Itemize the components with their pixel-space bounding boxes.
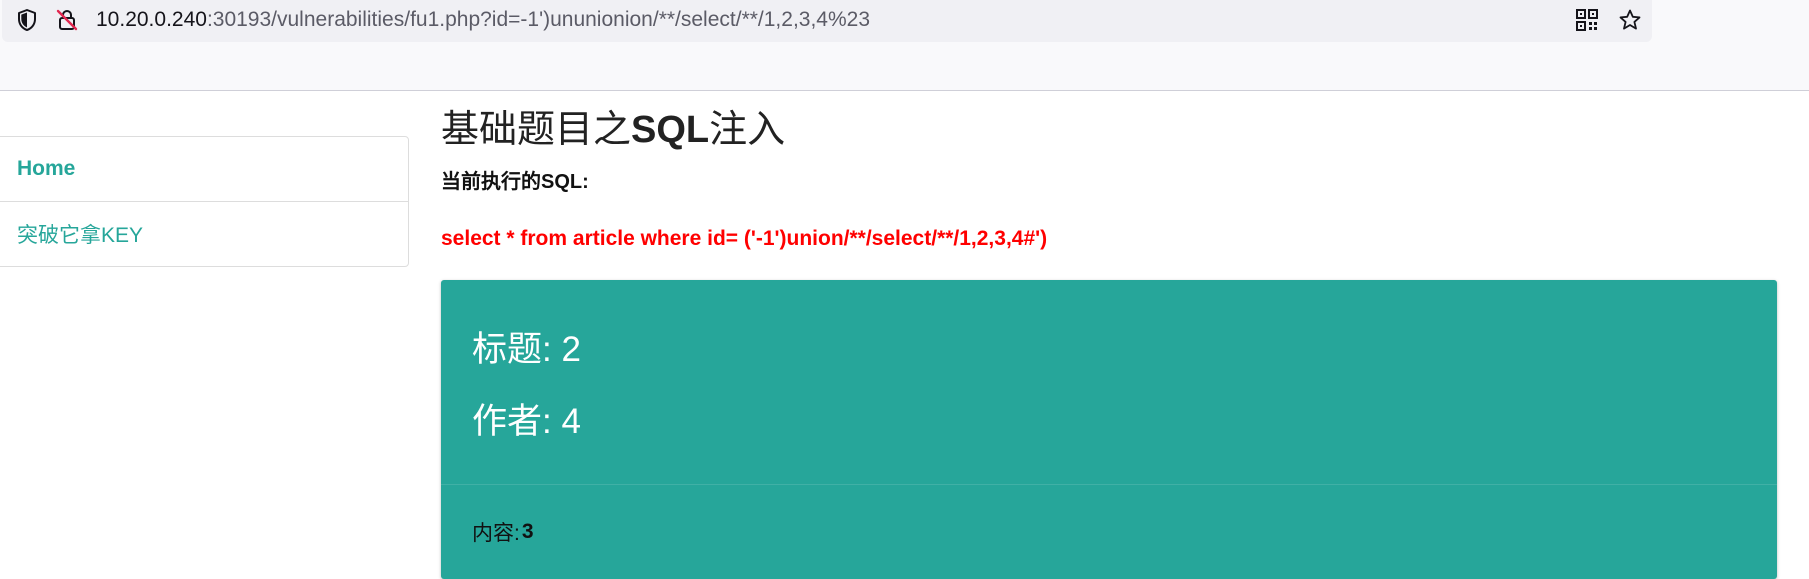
card-content: 标题: 2 作者: 4 [441, 280, 1777, 484]
card-author-label: 作者: [472, 402, 552, 441]
url-text[interactable]: 10.20.0.240:30193/vulnerabilities/fu1.ph… [96, 7, 870, 33]
url-path: :30193/vulnerabilities/fu1.php?id=-1')un… [206, 8, 870, 31]
insecure-lock-icon[interactable] [54, 7, 80, 33]
sql-label: 当前执行的SQL: [441, 171, 589, 193]
result-card: 标题: 2 作者: 4 内容: 3 [441, 280, 1777, 579]
page-title: 基础题目之SQL注入 [441, 100, 1777, 160]
card-content-value: 3 [521, 520, 534, 543]
qr-code-icon[interactable] [1574, 7, 1600, 33]
sidebar-item-get-key[interactable]: 突破它拿KEY [0, 201, 408, 266]
card-title-line: 标题: 2 [472, 314, 1746, 386]
card-content-label: 内容: [472, 522, 520, 545]
card-author-value: 4 [561, 402, 581, 441]
shield-icon[interactable] [14, 7, 40, 33]
page-title-prefix: 基础题目之 [441, 109, 632, 151]
page-title-suffix: 注入 [709, 109, 786, 151]
card-author-line: 作者: 4 [472, 386, 1746, 458]
card-title-label: 标题: [472, 330, 552, 369]
main-content: 基础题目之SQL注入 当前执行的SQL: select * from artic… [441, 100, 1777, 579]
address-bar[interactable]: 10.20.0.240:30193/vulnerabilities/fu1.ph… [2, 0, 1652, 42]
url-host: 10.20.0.240 [96, 8, 207, 31]
card-title-value: 2 [561, 330, 581, 369]
executed-sql: select * from article where id= ('-1')un… [441, 227, 1048, 250]
sidebar-nav: Home 突破它拿KEY [0, 136, 409, 267]
page-title-sql: SQL [631, 109, 710, 151]
bookmark-star-icon[interactable] [1617, 7, 1643, 33]
browser-toolbar: 10.20.0.240:30193/vulnerabilities/fu1.ph… [0, 0, 1809, 91]
card-action: 内容: 3 [441, 484, 1777, 579]
sidebar-item-home[interactable]: Home [0, 137, 408, 201]
